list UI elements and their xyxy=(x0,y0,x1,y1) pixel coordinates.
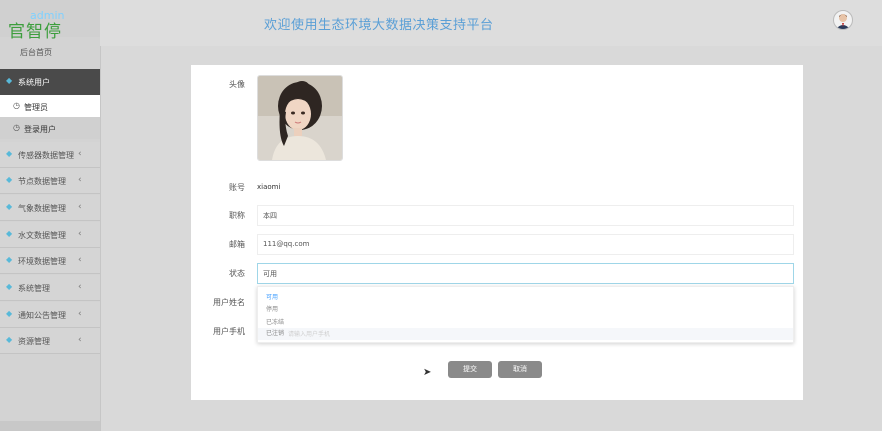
chevron-left-icon: ‹ xyxy=(78,309,82,319)
sidebar-item-system[interactable]: ◆ 系统管理 ‹ xyxy=(0,275,100,301)
chevron-left-icon: ‹ xyxy=(78,282,82,292)
status-label: 状态 xyxy=(229,269,245,278)
status-value: 可用 xyxy=(263,270,277,278)
top-header: 欢迎使用生态环境大数据决策支持平台 xyxy=(100,0,882,46)
portrait-image-icon xyxy=(258,76,342,160)
email-label: 邮箱 xyxy=(229,240,245,249)
chevron-left-icon: ‹ xyxy=(78,229,82,239)
sidebar-item-label: 节点数据管理 xyxy=(18,177,66,186)
phone-placeholder-ghost: 请输入用户手机 xyxy=(288,331,331,338)
diamond-icon: ◆ xyxy=(6,309,13,318)
page-title: 欢迎使用生态环境大数据决策支持平台 xyxy=(264,18,494,33)
sidebar-item-label: 资源管理 xyxy=(18,337,50,346)
user-avatar-icon xyxy=(836,14,850,29)
sidebar-item-resource[interactable]: ◆ 资源管理 ‹ xyxy=(0,328,100,354)
status-option[interactable]: 已注销 xyxy=(258,328,793,340)
sidebar-item-sensor[interactable]: ◆ 传感器数据管理 ‹ xyxy=(0,142,100,168)
sidebar-item-label: 环境数据管理 xyxy=(18,257,66,266)
username-label: 用户姓名 xyxy=(213,298,245,307)
sidebar-subitem-login-users[interactable]: ◷ 登录用户 xyxy=(0,117,100,139)
user-avatar[interactable] xyxy=(833,10,853,30)
chevron-left-icon: ‹ xyxy=(78,149,82,159)
diamond-icon: ◆ xyxy=(6,229,13,238)
cancel-button[interactable]: 取消 xyxy=(498,361,542,378)
account-label: 账号 xyxy=(229,183,245,192)
sidebar-item-label: 通知公告管理 xyxy=(18,311,66,320)
sidebar-home[interactable]: 后台首页 xyxy=(0,38,100,66)
clock-icon: ◷ xyxy=(13,101,20,110)
sidebar-footer xyxy=(0,421,100,431)
sidebar: admin 官智停 后台首页 ◆ 系统用户 ◷ 管理员 ◷ 登录用户 ◆ 传感器… xyxy=(0,0,101,431)
avatar-label: 头像 xyxy=(229,80,245,89)
status-dropdown: 可用 停用 已冻结 已注销 请输入用户手机 xyxy=(257,286,794,343)
sidebar-item-weather[interactable]: ◆ 气象数据管理 ‹ xyxy=(0,195,100,221)
status-select[interactable]: 可用 xyxy=(257,263,794,284)
sidebar-subitem-label: 管理员 xyxy=(24,103,48,112)
user-form-panel: 头像 账号 xiaomi 职称 本四 邮箱 111@qq.com 状态 可用 用… xyxy=(191,65,803,400)
sidebar-item-label: 水文数据管理 xyxy=(18,231,66,240)
mouse-cursor-icon: ➤ xyxy=(423,367,432,378)
sidebar-item-environment[interactable]: ◆ 环境数据管理 ‹ xyxy=(0,248,100,274)
avatar-photo[interactable] xyxy=(257,75,343,161)
sidebar-item-system-users[interactable]: ◆ 系统用户 xyxy=(0,69,100,95)
sidebar-subitem-admin[interactable]: ◷ 管理员 xyxy=(0,95,100,117)
chevron-left-icon: ‹ xyxy=(78,202,82,212)
diamond-icon: ◆ xyxy=(6,202,13,211)
chevron-left-icon: ‹ xyxy=(78,175,82,185)
email-input[interactable]: 111@qq.com xyxy=(257,234,794,255)
sidebar-subitem-label: 登录用户 xyxy=(24,125,56,134)
diamond-icon: ◆ xyxy=(6,175,13,184)
status-option[interactable]: 已冻结 xyxy=(266,317,284,326)
sidebar-item-hydrology[interactable]: ◆ 水文数据管理 ‹ xyxy=(0,222,100,248)
sidebar-item-label: 传感器数据管理 xyxy=(18,151,74,160)
diamond-icon: ◆ xyxy=(6,149,13,158)
brand: admin 官智停 xyxy=(0,0,100,42)
sidebar-item-label: 气象数据管理 xyxy=(18,204,66,213)
account-value: xiaomi xyxy=(257,183,281,191)
diamond-icon: ◆ xyxy=(6,76,13,85)
status-option[interactable]: 停用 xyxy=(266,304,278,313)
phone-label: 用户手机 xyxy=(213,327,245,336)
chevron-left-icon: ‹ xyxy=(78,255,82,265)
diamond-icon: ◆ xyxy=(6,255,13,264)
diamond-icon: ◆ xyxy=(6,335,13,344)
sidebar-item-node[interactable]: ◆ 节点数据管理 ‹ xyxy=(0,168,100,194)
email-value: 111@qq.com xyxy=(263,240,310,248)
status-option[interactable]: 可用 xyxy=(266,292,278,301)
sidebar-item-label: 系统管理 xyxy=(18,284,50,293)
sidebar-home-label: 后台首页 xyxy=(20,48,52,57)
role-label: 职称 xyxy=(229,211,245,220)
chevron-left-icon: ‹ xyxy=(78,335,82,345)
sidebar-item-label: 系统用户 xyxy=(18,78,50,87)
clock-icon: ◷ xyxy=(13,123,20,132)
submit-button[interactable]: 提交 xyxy=(448,361,492,378)
diamond-icon: ◆ xyxy=(6,282,13,291)
role-input[interactable]: 本四 xyxy=(257,205,794,226)
role-value: 本四 xyxy=(263,212,277,220)
sidebar-item-notice[interactable]: ◆ 通知公告管理 ‹ xyxy=(0,302,100,328)
